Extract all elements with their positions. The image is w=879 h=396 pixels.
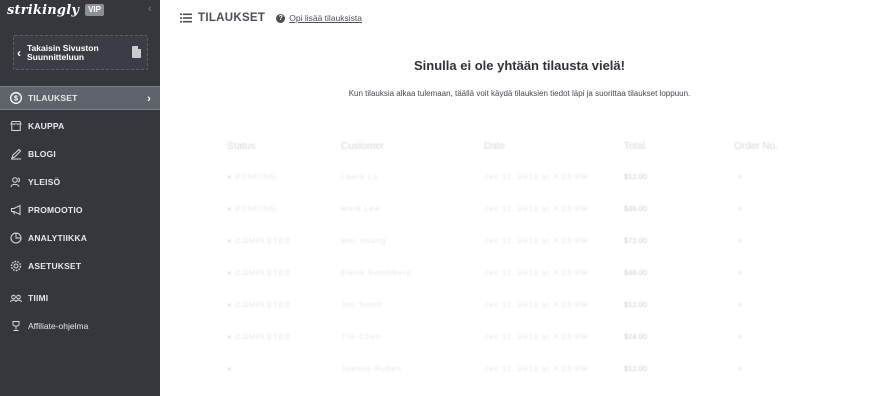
team-icon: [9, 292, 22, 305]
table-cell-customer: Elena Smithberg: [341, 268, 412, 277]
sidebar-item-label: TIIMI: [28, 293, 49, 303]
table-cell-order: # ...: [738, 268, 756, 277]
sidebar-item-tiimi[interactable]: TIIMI: [0, 284, 160, 312]
empty-state-subtitle: Kun tilauksia alkaa tulemaan, täällä voi…: [348, 89, 691, 98]
table-cell-order: # ...: [738, 172, 756, 181]
gear-icon: [9, 260, 22, 273]
table-cell-status: ● COMPLETED: [227, 236, 292, 245]
megaphone-icon: [9, 204, 22, 217]
table-cell-customer: Joanne Ruben: [341, 364, 402, 373]
table-cell-total: $24.00: [624, 332, 647, 341]
sidebar-item-label: PROMOOTIO: [28, 205, 83, 215]
table-cell-date: Jan 11, 2016 at 4:23 PM: [484, 364, 589, 373]
table-cell-customer: Tim Chen: [341, 332, 382, 341]
sidebar-item-kauppa[interactable]: KAUPPA: [0, 112, 160, 140]
people-icon: [9, 176, 22, 189]
column-header-date: Date: [484, 141, 506, 152]
table-cell-status: ● COMPLETED: [227, 332, 292, 341]
chevron-right-icon: ›: [147, 93, 151, 105]
svg-text:$: $: [13, 94, 18, 103]
sidebar-item-label: BLOGI: [28, 149, 56, 159]
table-cell-total: $36.00: [624, 204, 647, 213]
empty-state-title: Sinulla ei ole yhtään tilausta vielä!: [414, 58, 625, 73]
dollar-circle-icon: $: [9, 92, 22, 105]
table-cell-date: Jan 11, 2016 at 4:23 PM: [484, 236, 589, 245]
table-cell-status: ●: [227, 364, 233, 373]
pie-chart-icon: [9, 232, 22, 245]
sidebar-nav: $ TILAUKSET › KAUPPA BLOGI YLEISÖ PROMOO…: [0, 84, 160, 340]
table-cell-total: $12.00: [624, 172, 647, 181]
table-cell-status: ● COMPLETED: [227, 268, 292, 277]
sidebar-item-tilaukset[interactable]: $ TILAUKSET ›: [0, 86, 160, 110]
table-cell-date: Jan 11, 2016 at 4:23 PM: [484, 332, 589, 341]
sidebar-item-label: ANALYTIIKKA: [28, 233, 88, 243]
table-cell-total: $12.00: [624, 300, 647, 309]
sidebar-item-analytiikka[interactable]: ANALYTIIKKA: [0, 224, 160, 252]
sidebar-item-label: Affiliate-ohjelma: [28, 321, 89, 331]
column-header-order-no: Order No.: [734, 141, 778, 152]
table-cell-total: $12.00: [624, 364, 647, 373]
sidebar-item-promootio[interactable]: PROMOOTIO: [0, 196, 160, 224]
vip-badge: VIP: [85, 4, 104, 16]
sidebar-item-blogi[interactable]: BLOGI: [0, 140, 160, 168]
table-cell-date: Jan 11, 2016 at 4:23 PM: [484, 204, 589, 213]
chevron-left-icon: ‹: [17, 45, 21, 60]
sidebar-item-label: KAUPPA: [28, 121, 65, 131]
table-cell-order: # ...: [738, 236, 756, 245]
table-cell-customer: Laura Lu: [341, 172, 379, 181]
column-header-total: Total: [624, 141, 646, 152]
store-icon: [9, 120, 22, 133]
sidebar-item-label: YLEISÖ: [28, 177, 61, 187]
table-cell-order: # ...: [738, 204, 756, 213]
main-content: TILAUKSET ? Opi lisää tilauksista Status…: [160, 0, 879, 396]
column-header-customer: Customer: [341, 141, 385, 152]
table-cell-date: Jan 11, 2016 at 4:23 PM: [484, 300, 589, 309]
brand[interactable]: strikingly VIP: [7, 2, 104, 18]
table-cell-date: Jan 11, 2016 at 4:23 PM: [484, 268, 589, 277]
collapse-sidebar-icon[interactable]: ‹: [148, 4, 152, 15]
pen-icon: [9, 148, 22, 161]
table-cell-total: $72.00: [624, 236, 647, 245]
table-cell-total: $48.00: [624, 268, 647, 277]
table-cell-customer: Jon Smith: [341, 300, 384, 309]
table-cell-customer: Wei Huang: [341, 236, 387, 245]
sidebar-item-label: ASETUKSET: [28, 261, 82, 271]
table-cell-order: # ...: [738, 332, 756, 341]
sidebar-item-label: TILAUKSET: [28, 93, 78, 103]
back-label-line2: Suunnitteluun: [27, 51, 85, 62]
document-icon: [132, 46, 141, 58]
sidebar-item-asetukset[interactable]: ASETUKSET: [0, 252, 160, 280]
table-cell-customer: Mark Lee: [341, 204, 381, 213]
trophy-icon: [9, 320, 22, 333]
column-header-status: Status: [227, 141, 256, 152]
table-cell-order: # ...: [738, 364, 756, 373]
table-cell-status: ● PENDING: [227, 172, 277, 181]
table-cell-status: ● PENDING: [227, 204, 277, 213]
back-to-editor-button[interactable]: ‹ Takaisin Sivuston Suunnitteluun: [13, 35, 148, 70]
table-cell-status: ● COMPLETED: [227, 300, 292, 309]
sidebar: strikingly VIP ‹ ‹ Takaisin Sivuston Suu…: [0, 0, 160, 396]
table-cell-date: Jan 11, 2016 at 4:23 PM: [484, 172, 589, 181]
table-cell-order: # ...: [738, 300, 756, 309]
sidebar-item-yleiso[interactable]: YLEISÖ: [0, 168, 160, 196]
sidebar-item-affiliate[interactable]: Affiliate-ohjelma: [0, 312, 160, 340]
strikingly-logo: strikingly: [7, 2, 80, 18]
